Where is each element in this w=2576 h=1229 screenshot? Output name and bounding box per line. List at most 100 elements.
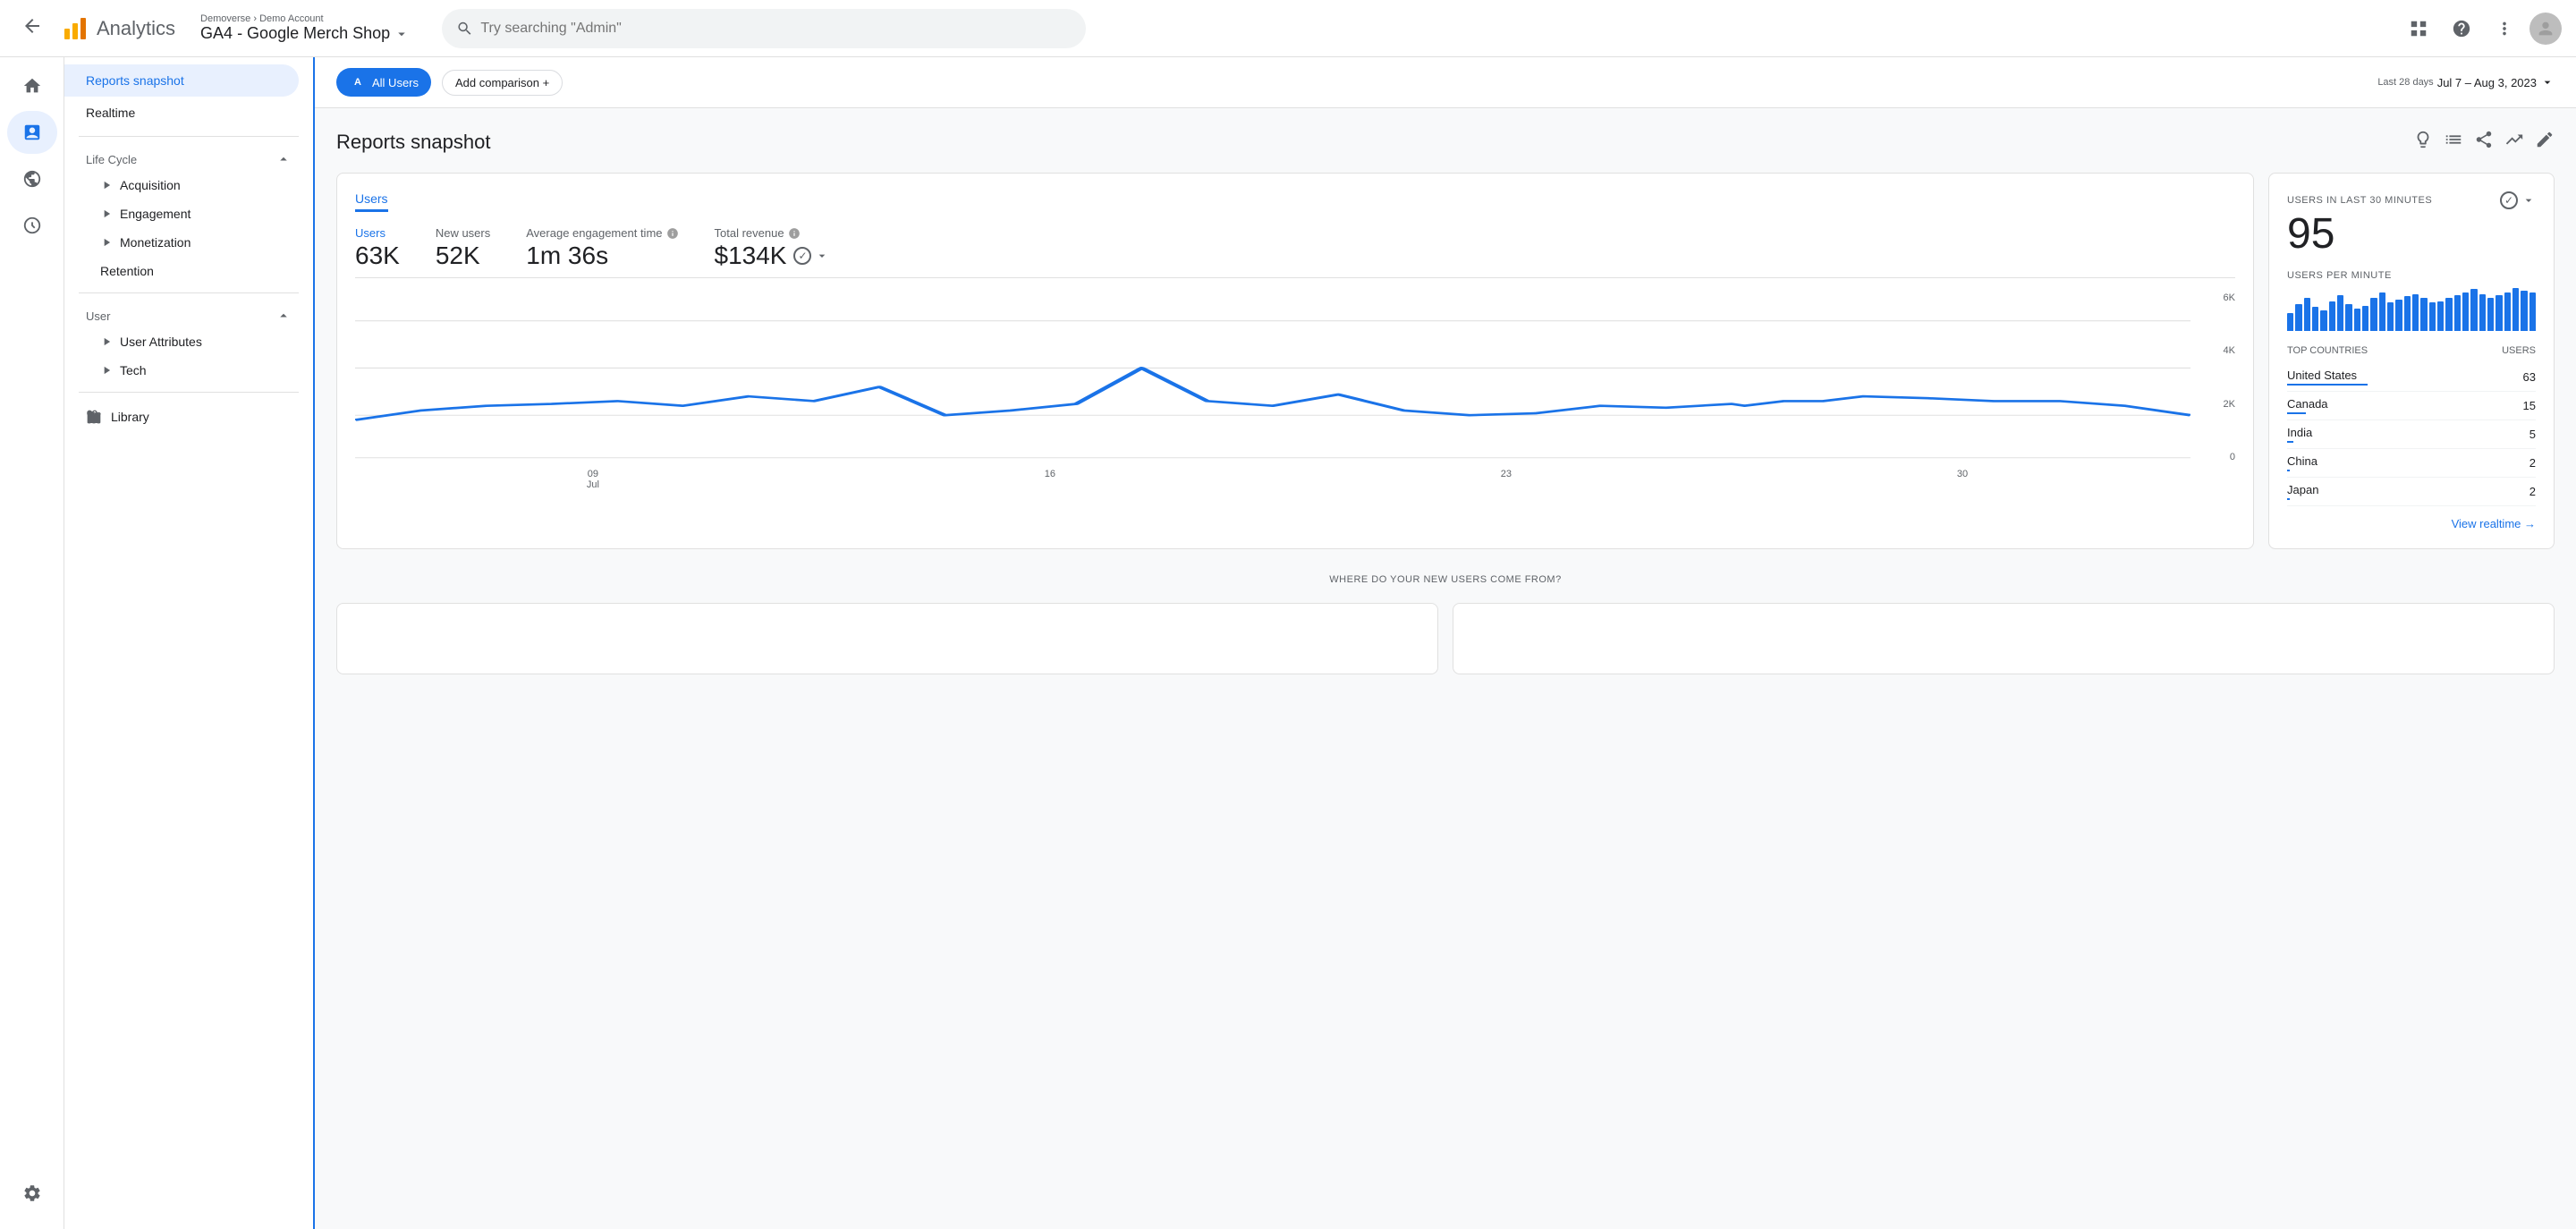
app-name: Analytics xyxy=(97,17,175,40)
country-row: China 2 xyxy=(2287,449,2536,478)
user-section: User xyxy=(64,301,313,327)
sidebar-item-retention[interactable]: Retention xyxy=(64,257,313,285)
more-button[interactable] xyxy=(2487,11,2522,47)
mini-bar xyxy=(2395,300,2402,331)
mini-bar xyxy=(2312,307,2318,331)
main-layout: Reports snapshot Realtime Life Cycle Acq… xyxy=(0,57,2576,1229)
line-chart xyxy=(355,292,2190,462)
date-range-selector[interactable]: Last 28 days Jul 7 – Aug 3, 2023 xyxy=(2377,75,2555,89)
mini-bar xyxy=(2320,310,2326,331)
divider-2 xyxy=(79,292,299,293)
sidebar-item-monetization[interactable]: Monetization xyxy=(64,228,313,257)
country-users: 5 xyxy=(2529,428,2536,441)
dropdown-icon xyxy=(815,249,829,263)
breadcrumb: Demoverse › Demo Account xyxy=(200,13,410,24)
country-users: 63 xyxy=(2523,370,2536,384)
users-tab[interactable]: Users xyxy=(355,191,388,212)
main-chart-card: Users Users 63K New users 52K Average xyxy=(336,173,2254,549)
bottom-card-1 xyxy=(336,603,1438,674)
app-logo: Analytics xyxy=(61,14,175,43)
country-name: United States xyxy=(2287,369,2368,386)
mini-bar xyxy=(2479,294,2486,331)
share-icon[interactable] xyxy=(2474,130,2494,155)
rail-home[interactable] xyxy=(7,64,57,107)
x-label-16: 16 xyxy=(1045,469,1055,490)
lightbulb-icon[interactable] xyxy=(2413,130,2433,155)
country-users: 2 xyxy=(2529,456,2536,470)
engagement-label: Average engagement time xyxy=(526,226,678,240)
mini-bar xyxy=(2529,292,2536,331)
sidebar-item-engagement[interactable]: Engagement xyxy=(64,199,313,228)
back-button[interactable] xyxy=(14,8,50,49)
divider-3 xyxy=(79,392,299,393)
sidebar-item-user-attributes[interactable]: User Attributes xyxy=(64,327,313,356)
mini-bar xyxy=(2295,304,2301,331)
info-icon xyxy=(788,227,801,240)
info-icon xyxy=(666,227,679,240)
mini-bar xyxy=(2379,292,2385,331)
realtime-dropdown[interactable]: ✓ xyxy=(2500,191,2536,209)
icon-rail xyxy=(0,57,64,1229)
rail-settings[interactable] xyxy=(7,1172,57,1215)
sidebar: Reports snapshot Realtime Life Cycle Acq… xyxy=(64,57,315,1229)
sidebar-item-acquisition[interactable]: Acquisition xyxy=(64,171,313,199)
country-bar xyxy=(2287,412,2306,414)
trending-icon[interactable] xyxy=(2504,130,2524,155)
x-label-30: 30 xyxy=(1957,469,1968,490)
chart-config-icon[interactable] xyxy=(2444,130,2463,155)
search-bar[interactable] xyxy=(442,9,1086,48)
content-area: A All Users Add comparison + Last 28 day… xyxy=(315,57,2576,1229)
search-input[interactable] xyxy=(480,21,1072,37)
sidebar-item-reports-snapshot[interactable]: Reports snapshot xyxy=(64,64,299,97)
topbar: Analytics Demoverse › Demo Account GA4 -… xyxy=(0,0,2576,57)
x-label-23: 23 xyxy=(1501,469,1512,490)
metrics-row: Users 63K New users 52K Average engageme… xyxy=(355,226,2235,278)
x-label-09: 09 Jul xyxy=(587,469,599,490)
add-comparison-chip[interactable]: Add comparison + xyxy=(442,70,563,96)
country-bar xyxy=(2287,441,2293,443)
library-icon xyxy=(86,409,102,425)
country-row: Canada 15 xyxy=(2287,392,2536,420)
countries-header: TOP COUNTRIES USERS xyxy=(2287,345,2536,356)
all-users-chip[interactable]: A All Users xyxy=(336,68,431,97)
sidebar-item-library[interactable]: Library xyxy=(64,400,313,434)
countries-list: United States 63 Canada 15 India 5 China… xyxy=(2287,363,2536,506)
mini-bar xyxy=(2429,302,2436,331)
bottom-section-label: WHERE DO YOUR NEW USERS COME FROM? xyxy=(336,564,2555,596)
users-label[interactable]: Users xyxy=(355,226,400,240)
revenue-value: $134K xyxy=(715,242,787,270)
account-name[interactable]: GA4 - Google Merch Shop xyxy=(200,24,410,43)
rail-advertising[interactable] xyxy=(7,204,57,247)
sidebar-item-realtime[interactable]: Realtime xyxy=(64,97,313,129)
country-row: United States 63 xyxy=(2287,363,2536,392)
view-realtime-link[interactable]: View realtime → xyxy=(2287,517,2536,530)
realtime-count: 95 xyxy=(2287,213,2536,256)
bottom-section: WHERE DO YOUR NEW USERS COME FROM? xyxy=(336,564,2555,674)
metric-new-users: New users 52K xyxy=(436,226,490,270)
revenue-dropdown[interactable]: ✓ xyxy=(793,247,829,265)
revenue-label: Total revenue xyxy=(715,226,830,240)
sidebar-item-tech[interactable]: Tech xyxy=(64,356,313,385)
mini-bar xyxy=(2370,298,2377,331)
country-name: China xyxy=(2287,454,2318,471)
check-icon-rt: ✓ xyxy=(2500,191,2518,209)
avatar[interactable] xyxy=(2529,13,2562,45)
help-button[interactable] xyxy=(2444,11,2479,47)
country-users: 2 xyxy=(2529,485,2536,498)
rail-reports[interactable] xyxy=(7,111,57,154)
chart-yaxis: 6K 4K 2K 0 xyxy=(2199,292,2235,462)
country-bar xyxy=(2287,498,2290,500)
dropdown-rt-icon xyxy=(2521,193,2536,208)
search-icon xyxy=(456,20,473,38)
grid-button[interactable] xyxy=(2401,11,2436,47)
topbar-actions xyxy=(2401,11,2562,47)
metric-engagement: Average engagement time 1m 36s xyxy=(526,226,678,270)
rail-explore[interactable] xyxy=(7,157,57,200)
engagement-value: 1m 36s xyxy=(526,242,678,270)
lifecycle-chevron xyxy=(275,151,292,167)
edit-icon[interactable] xyxy=(2535,130,2555,155)
new-users-label: New users xyxy=(436,226,490,240)
mini-bar xyxy=(2362,306,2368,331)
bottom-card-2 xyxy=(1453,603,2555,674)
country-row: India 5 xyxy=(2287,420,2536,449)
